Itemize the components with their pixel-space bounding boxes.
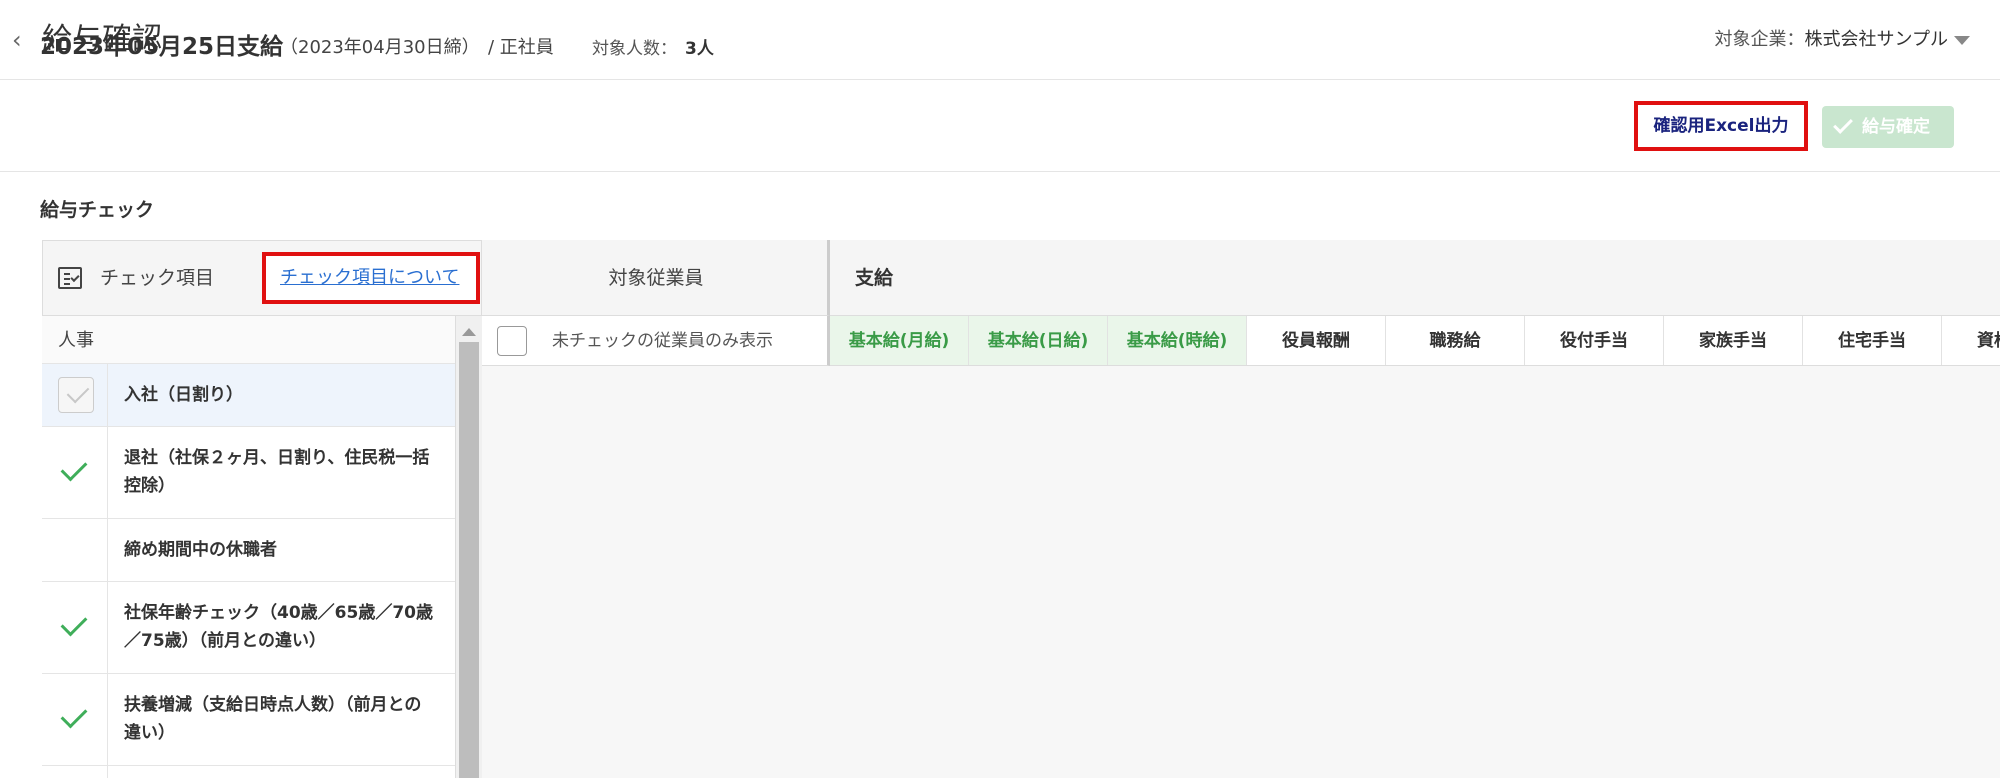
check-item-row[interactable]: 締め期間中の休職者 <box>42 519 455 582</box>
group-label: 人事 <box>58 330 94 351</box>
check-item-label: 社保年齢チェック（40歳／65歳／70歳／75歳）（前月との違い） <box>124 603 433 651</box>
payment-header <box>830 240 2000 316</box>
company-name: 株式会社サンプル <box>1804 29 1948 50</box>
column-header[interactable]: 基本給(日給) <box>969 316 1108 365</box>
company-label: 対象企業： <box>1714 29 1805 50</box>
checklist-icon <box>58 267 82 289</box>
chevron-left-icon[interactable]: ‹ <box>12 26 28 54</box>
section-title: 給与チェック <box>40 199 155 221</box>
check-items-header-label: チェック項目 <box>100 267 215 289</box>
confirm-payroll-label: 給与確定 <box>1862 117 1930 137</box>
check-item-label: 退社（社保２ヶ月、日割り、住民税一括控除） <box>124 448 430 496</box>
column-header[interactable]: 役員報酬 <box>1247 316 1386 365</box>
column-header[interactable]: 住宅手当 <box>1803 316 1942 365</box>
check-icon <box>60 701 88 729</box>
check-item-row[interactable]: 扶養増減（支給日時点人数）（前月との違い） <box>42 674 455 766</box>
pay-date: 2023年05月25日支給 <box>40 34 284 60</box>
only-unchecked-checkbox[interactable] <box>497 326 527 356</box>
checkbox-disabled-icon <box>58 377 94 413</box>
about-check-items-link[interactable]: チェック項目について <box>280 264 459 292</box>
payment-columns: 基本給(月給) 基本給(日給) 基本給(時給) 役員報酬 職務給 役付手当 家族… <box>830 316 2000 366</box>
company-selector[interactable]: 対象企業：株式会社サンプル <box>1715 26 1948 54</box>
caret-down-icon[interactable] <box>1954 36 1970 45</box>
group-header <box>42 316 455 364</box>
payment-header-label: 支給 <box>855 267 894 289</box>
check-icon <box>1833 114 1853 134</box>
headcount-value: 3人 <box>685 39 714 59</box>
check-item-row[interactable]: 退社（社保２ヶ月、日割り、住民税一括控除） <box>42 427 455 519</box>
cutoff-date: （2023年04月30日締） <box>280 37 480 58</box>
column-header[interactable]: 基本給(月給) <box>830 316 969 365</box>
check-icon <box>60 609 88 637</box>
scrollbar-thumb[interactable] <box>459 342 479 778</box>
check-item-row[interactable]: 社保年齢チェック（40歳／65歳／70歳／75歳）（前月との違い） <box>42 582 455 674</box>
column-header[interactable]: 家族手当 <box>1664 316 1803 365</box>
column-header[interactable]: 資格手当 <box>1942 316 2000 365</box>
column-header[interactable]: 職務給 <box>1386 316 1525 365</box>
check-item-label: 締め期間中の休職者 <box>124 540 277 560</box>
only-unchecked-label: 未チェックの従業員のみ表示 <box>552 331 773 351</box>
check-item-label: 扶養増減（支給日時点人数）（前月との違い） <box>124 695 422 743</box>
employment-type: / 正社員 <box>488 37 554 58</box>
target-employees-header-label: 対象従業員 <box>608 267 704 289</box>
check-icon <box>60 454 88 482</box>
column-header[interactable]: 基本給(時給) <box>1108 316 1247 365</box>
confirm-payroll-button[interactable]: 給与確定 <box>1822 106 1954 148</box>
check-item-row[interactable]: 入社（日割り） <box>42 364 455 427</box>
column-header[interactable]: 役付手当 <box>1525 316 1664 365</box>
check-item-label: 入社（日割り） <box>124 385 243 405</box>
excel-export-button[interactable]: 確認用Excel出力 <box>1634 101 1808 151</box>
headcount-label: 対象人数： <box>592 39 677 59</box>
check-item-row[interactable] <box>42 766 455 778</box>
scroll-up-arrow-icon[interactable] <box>462 328 476 336</box>
